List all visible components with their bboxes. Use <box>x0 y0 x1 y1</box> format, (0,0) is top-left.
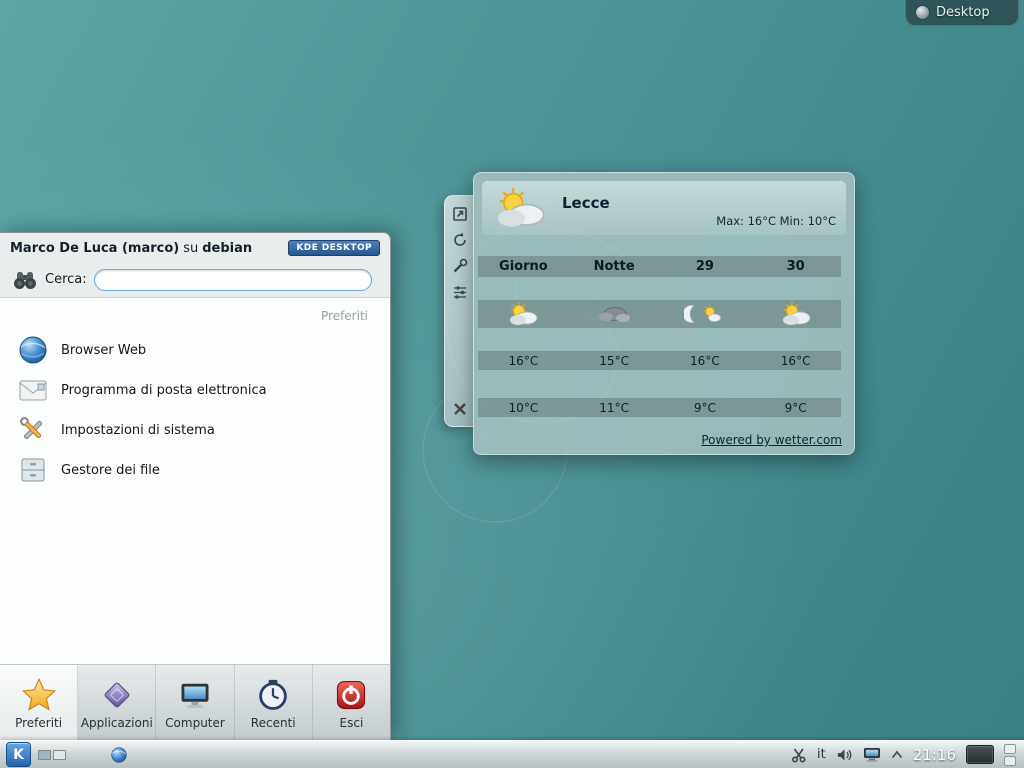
system-tray: it 21:16 <box>791 744 1018 766</box>
pager-desktop-1[interactable] <box>38 750 51 760</box>
widget-rotate-icon[interactable] <box>451 231 469 249</box>
tab-label: Computer <box>165 716 225 730</box>
desktop-toolbox[interactable]: Desktop <box>905 0 1019 26</box>
keyboard-layout-indicator[interactable]: it <box>817 747 826 762</box>
volume-icon[interactable] <box>836 747 853 763</box>
kde-desktop-badge: KDE DESKTOP <box>288 240 380 256</box>
night-temp: 11°C <box>599 401 629 415</box>
search-label: Cerca: <box>45 272 87 287</box>
weather-credit-link[interactable]: Powered by wetter.com <box>701 433 842 447</box>
digital-clock[interactable]: 21:16 <box>913 746 956 764</box>
star-icon <box>20 676 58 714</box>
taskbar-panel: K it <box>0 740 1024 768</box>
menu-item-system-settings[interactable]: Impostazioni di sistema <box>0 410 390 450</box>
widget-handle[interactable] <box>444 195 474 427</box>
tab-computer[interactable]: Computer <box>156 665 234 740</box>
tray-expander-chevron-icon[interactable] <box>891 750 903 759</box>
power-icon <box>332 676 370 714</box>
menu-item-browser-web[interactable]: Browser Web <box>0 330 390 370</box>
kickoff-header: Marco De Luca (marco) su debian KDE DESK… <box>0 233 390 263</box>
klipper-scissors-icon[interactable] <box>791 747 807 763</box>
mail-client-icon <box>17 374 49 406</box>
tab-label: Recenti <box>251 716 296 730</box>
forecast-sun-cloud-icon <box>779 301 813 327</box>
kickoff-launcher: Marco De Luca (marco) su debian KDE DESK… <box>0 232 391 740</box>
forecast-icons-row <box>478 300 841 328</box>
weather-widget: Lecce Max: 16°C Min: 10°C Giorno Notte 2… <box>443 172 853 453</box>
file-manager-icon <box>17 454 49 486</box>
forecast-sun-cloud-icon <box>506 301 540 327</box>
tray-mini-icons[interactable] <box>1004 744 1016 766</box>
tab-applications[interactable]: Applicazioni <box>78 665 156 740</box>
browser-launcher-icon[interactable] <box>110 746 128 764</box>
kickoff-content: Preferiti Browser Web <box>0 297 390 665</box>
forecast-dark-cloud-icon <box>597 301 631 327</box>
day-temp: 15°C <box>599 354 629 368</box>
forecast-column-headers: Giorno Notte 29 30 <box>478 256 841 277</box>
tab-favorites[interactable]: Preferiti <box>0 665 78 740</box>
column-header-night: Notte <box>594 259 635 274</box>
weather-panel: Lecce Max: 16°C Min: 10°C Giorno Notte 2… <box>473 172 855 455</box>
cashew-icon <box>916 6 929 19</box>
binoculars-search-icon <box>12 270 38 290</box>
tray-mini-icon-bottom[interactable] <box>1004 756 1016 766</box>
recent-clock-icon <box>254 676 292 714</box>
tab-recent[interactable]: Recenti <box>235 665 313 740</box>
desktop-pager[interactable] <box>38 750 66 760</box>
kickoff-tab-bar: Preferiti Applicazioni <box>0 665 390 740</box>
device-notifier-icon[interactable] <box>863 747 881 762</box>
system-settings-icon <box>17 414 49 446</box>
weather-city: Lecce <box>562 194 610 212</box>
night-temp: 10°C <box>509 401 539 415</box>
pager-desktop-2[interactable] <box>53 750 66 760</box>
widget-configure-icon[interactable] <box>451 283 469 301</box>
search-input[interactable] <box>94 269 372 291</box>
tab-leave[interactable]: Esci <box>313 665 390 740</box>
column-header-30: 30 <box>787 259 805 274</box>
header-separator: su <box>183 241 198 256</box>
forecast-moon-sun-icon <box>684 303 726 325</box>
weather-minmax: Max: 16°C Min: 10°C <box>716 214 836 228</box>
widget-close-icon[interactable] <box>451 400 469 418</box>
applications-icon <box>98 676 136 714</box>
column-header-day: Giorno <box>499 259 548 274</box>
web-browser-icon <box>17 334 49 366</box>
menu-item-mail-client[interactable]: Programma di posta elettronica <box>0 370 390 410</box>
kde-logo: K <box>13 747 24 763</box>
kde-menu-button[interactable]: K <box>6 742 31 767</box>
night-temps-row: 10°C 11°C 9°C 9°C <box>478 398 841 417</box>
user-name: Marco De Luca (marco) <box>10 241 179 256</box>
day-temp: 16°C <box>690 354 720 368</box>
widget-resize-icon[interactable] <box>451 205 469 223</box>
weather-current-icon <box>490 186 550 230</box>
display-tray-icon[interactable] <box>966 745 994 764</box>
desktop: Desktop <box>0 0 1024 768</box>
host-name: debian <box>202 241 252 256</box>
tab-label: Applicazioni <box>81 716 153 730</box>
day-temp: 16°C <box>509 354 539 368</box>
weather-header: Lecce Max: 16°C Min: 10°C <box>482 181 846 235</box>
favorites-section-label: Preferiti <box>0 298 390 330</box>
tab-label: Esci <box>340 716 364 730</box>
column-header-29: 29 <box>696 259 714 274</box>
night-temp: 9°C <box>785 401 807 415</box>
computer-icon <box>176 676 214 714</box>
widget-settings-icon[interactable] <box>451 257 469 275</box>
menu-item-label: Browser Web <box>61 343 146 358</box>
night-temp: 9°C <box>694 401 716 415</box>
day-temps-row: 16°C 15°C 16°C 16°C <box>478 351 841 370</box>
menu-item-label: Gestore dei file <box>61 463 160 478</box>
menu-item-file-manager[interactable]: Gestore dei file <box>0 450 390 490</box>
menu-item-label: Programma di posta elettronica <box>61 383 267 398</box>
tab-label: Preferiti <box>15 716 62 730</box>
day-temp: 16°C <box>781 354 811 368</box>
tray-mini-icon-top[interactable] <box>1004 744 1016 754</box>
menu-item-label: Impostazioni di sistema <box>61 423 215 438</box>
search-row: Cerca: <box>0 263 390 296</box>
desktop-toolbox-label: Desktop <box>936 5 990 20</box>
